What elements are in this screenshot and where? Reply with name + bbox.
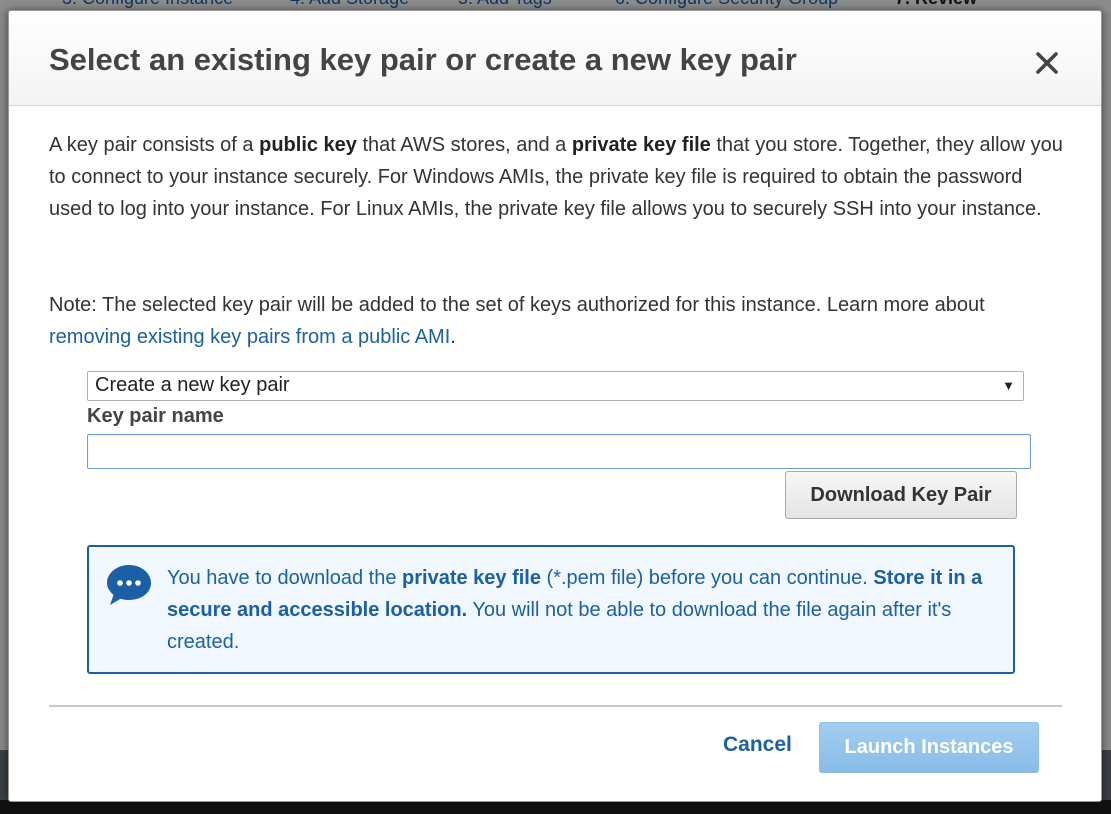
background-bar-right [1101, 750, 1111, 800]
chevron-down-icon: ▼ [1002, 378, 1015, 393]
intro-bold-public-key: public key [259, 134, 357, 156]
key-pair-select[interactable]: Create a new key pair ▼ [87, 371, 1024, 401]
cancel-button[interactable]: Cancel [723, 733, 792, 757]
intro-text-1: A key pair consists of a [49, 134, 260, 156]
note-end: . [450, 326, 456, 348]
intro-text-2: that AWS stores, and a [356, 134, 572, 156]
modal-title: Select an existing key pair or create a … [49, 42, 797, 77]
remove-key-pairs-link[interactable]: removing existing key pairs from a publi… [49, 326, 450, 348]
info-alert: You have to download the private key fil… [87, 545, 1015, 674]
footer-divider [49, 705, 1062, 707]
key-pair-modal: Select an existing key pair or create a … [8, 10, 1102, 802]
launch-instances-button[interactable]: Launch Instances [819, 722, 1039, 773]
close-icon[interactable] [1029, 45, 1065, 81]
modal-header: Select an existing key pair or create a … [9, 11, 1101, 106]
download-key-pair-button[interactable]: Download Key Pair [785, 471, 1017, 519]
intro-paragraph: A key pair consists of a public key that… [49, 129, 1069, 225]
key-pair-name-label: Key pair name [87, 405, 224, 427]
note-text: Note: The selected key pair will be adde… [49, 294, 985, 316]
key-pair-name-input[interactable] [87, 434, 1031, 469]
intro-bold-private-key-file: private key file [571, 134, 711, 156]
note-paragraph: Note: The selected key pair will be adde… [49, 289, 1069, 353]
bottom-bar [0, 800, 1111, 814]
info-bold-private-key-file: private key file [402, 567, 541, 589]
info-text-1: You have to download the [167, 567, 403, 589]
info-text: You have to download the private key fil… [167, 562, 1009, 658]
key-pair-select-value: Create a new key pair [95, 374, 290, 396]
speech-bubble-icon [105, 562, 153, 608]
info-text-2: (*.pem file) before you can continue. [540, 567, 874, 589]
